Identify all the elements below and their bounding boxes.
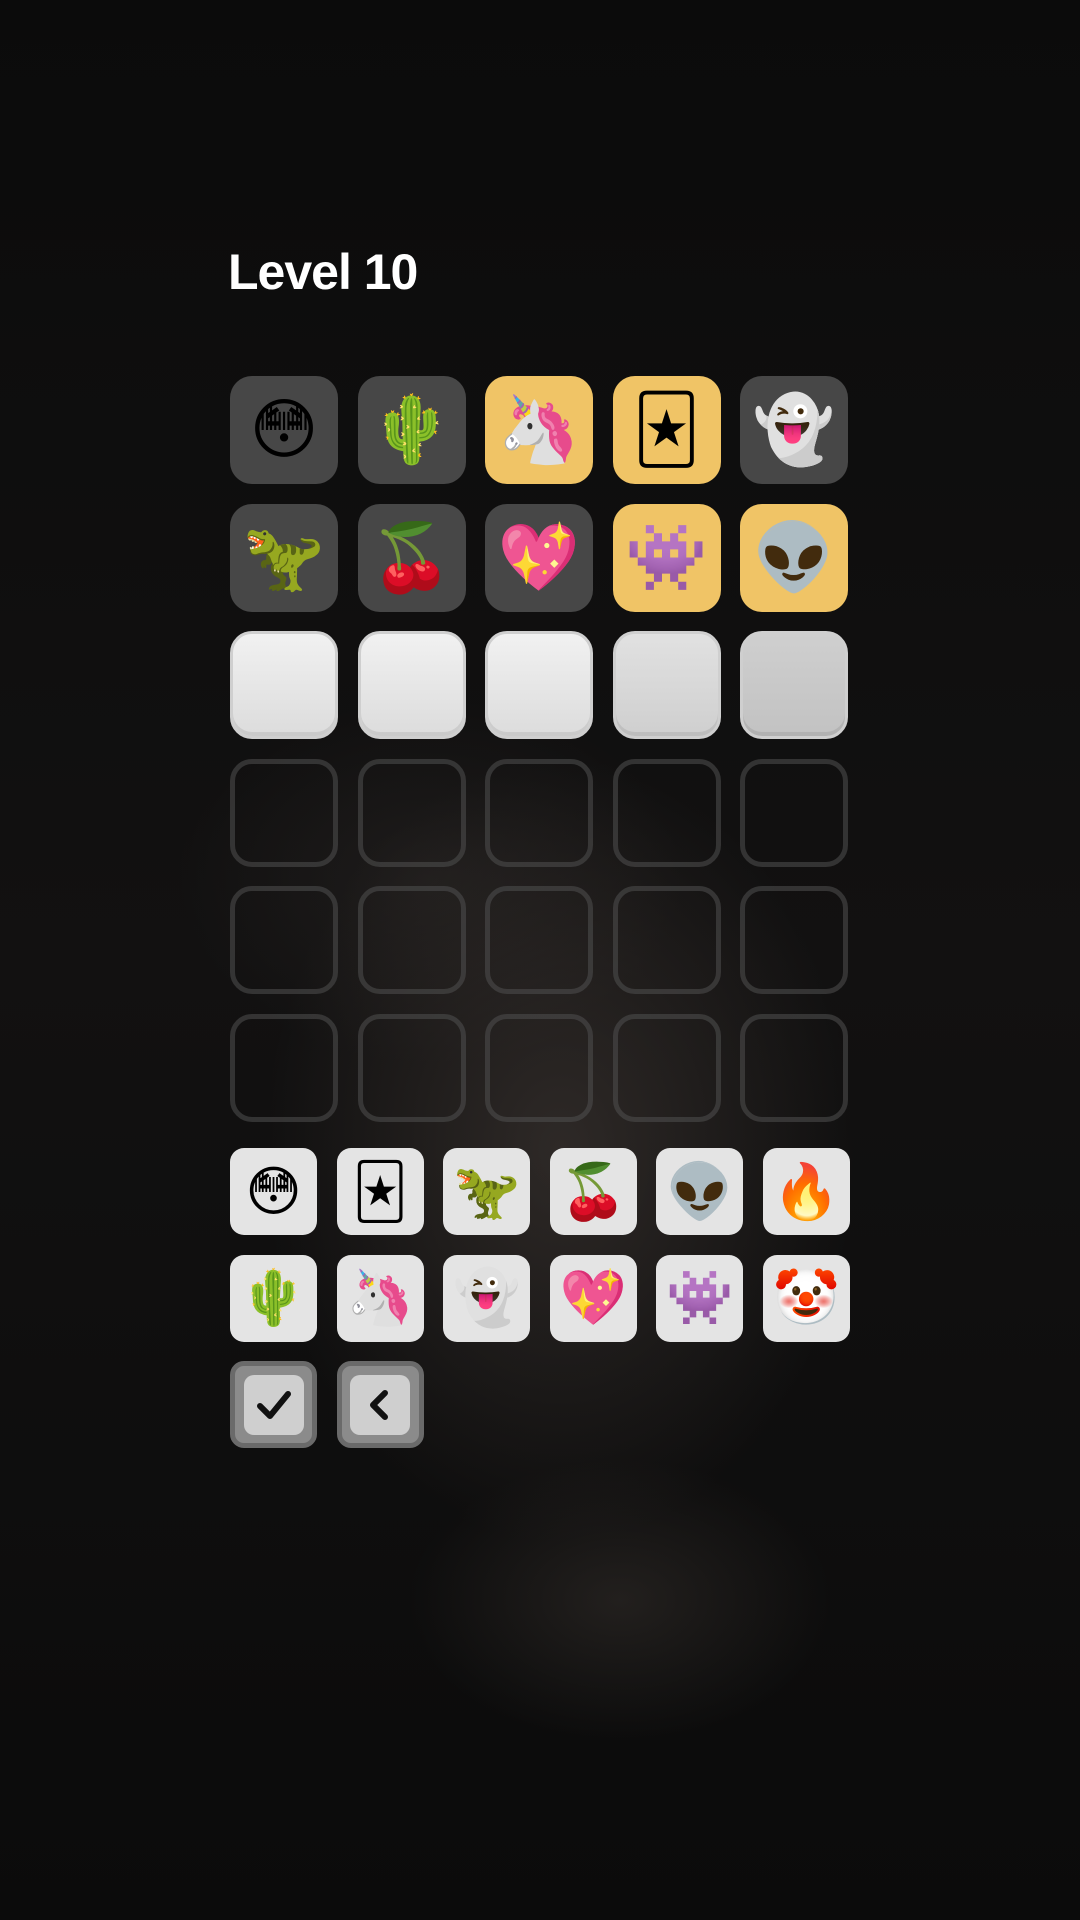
board-cell-r6c1 <box>230 1013 338 1122</box>
key-fire[interactable]: 🔥 <box>762 1148 850 1235</box>
key-alien[interactable]: 👽 <box>656 1148 744 1235</box>
board-cell-r1c3: 🦄 <box>485 376 593 484</box>
board-cell-r4c1 <box>230 758 338 867</box>
board-cell-r6c5 <box>740 1013 848 1122</box>
board-cell-r5c5 <box>740 886 848 994</box>
board-cell-r3c4[interactable] <box>612 631 721 739</box>
board-cell-r5c1 <box>230 886 338 994</box>
key-ghost[interactable]: 👻 <box>443 1254 531 1342</box>
key-joker-card[interactable]: 🃏 <box>336 1148 424 1235</box>
submit-button[interactable] <box>230 1361 317 1449</box>
key-cherries[interactable]: 🍒 <box>549 1148 637 1235</box>
board-cell-r1c1: 😳 <box>230 376 338 484</box>
key-unicorn[interactable]: 🦄 <box>336 1254 424 1342</box>
key-cactus[interactable]: 🌵 <box>230 1254 317 1342</box>
key-sparkling-heart[interactable]: 💖 <box>549 1254 637 1342</box>
board-cell-r3c5[interactable] <box>740 631 848 739</box>
board-cell-r3c2[interactable] <box>357 631 466 739</box>
board-cell-r5c2 <box>357 886 466 994</box>
board-cell-r6c4 <box>612 1013 721 1122</box>
key-clown-face[interactable]: 🤡 <box>762 1254 850 1342</box>
board-cell-r1c2: 🌵 <box>357 376 466 484</box>
backspace-button[interactable] <box>336 1361 424 1449</box>
board-cell-r2c1: 🦖 <box>230 503 338 612</box>
board-cell-r4c2 <box>357 758 466 867</box>
board-cell-r1c5: 👻 <box>740 376 848 484</box>
board-cell-r5c3 <box>485 886 593 994</box>
board-cell-r6c2 <box>357 1013 466 1122</box>
guess-board: 😳 🌵 🦄 🃏 👻 🦖 🍒 💖 👾 👽 <box>230 376 850 1122</box>
board-cell-r2c3: 💖 <box>485 503 593 612</box>
board-cell-r2c2: 🍒 <box>357 503 466 612</box>
chevron-left-icon <box>350 1374 411 1435</box>
board-cell-r3c3[interactable] <box>485 631 593 739</box>
board-cell-r3c1[interactable] <box>230 631 338 739</box>
board-cell-r1c4: 🃏 <box>612 376 721 484</box>
board-cell-r4c3 <box>485 758 593 867</box>
checkmark-icon <box>243 1374 304 1435</box>
board-cell-r4c4 <box>612 758 721 867</box>
board-cell-r6c3 <box>485 1013 593 1122</box>
key-flushed-face[interactable]: 😳 <box>230 1148 317 1235</box>
board-cell-r5c4 <box>612 886 721 994</box>
board-cell-r2c4: 👾 <box>612 503 721 612</box>
emoji-keyboard: 😳 🃏 🦖 🍒 👽 🔥 🌵 🦄 👻 💖 👾 🤡 <box>230 1148 850 1449</box>
key-t-rex[interactable]: 🦖 <box>443 1148 531 1235</box>
board-cell-r2c5: 👽 <box>740 503 848 612</box>
level-title: Level 10 <box>228 244 418 300</box>
board-cell-r4c5 <box>740 758 848 867</box>
key-space-invader[interactable]: 👾 <box>656 1254 744 1342</box>
